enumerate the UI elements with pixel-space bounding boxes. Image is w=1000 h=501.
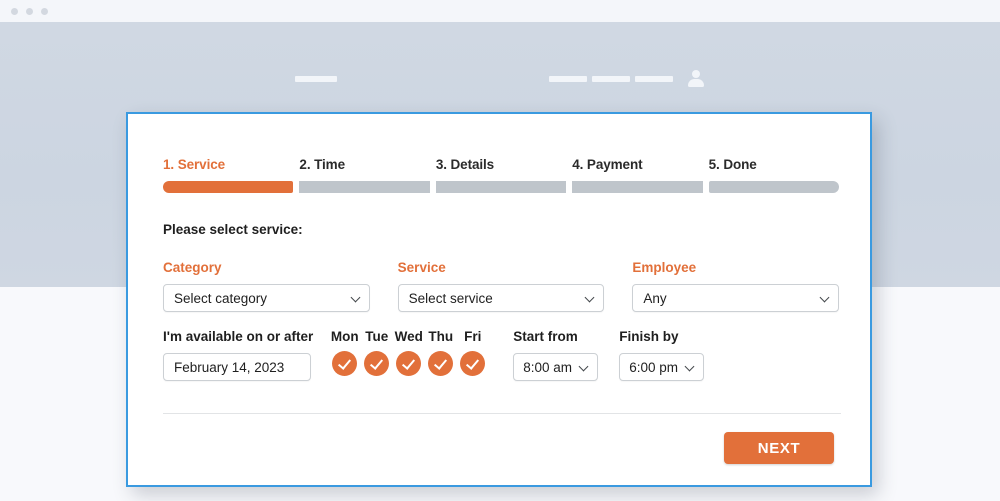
step-label: 5. Done [708,157,757,172]
minimize-icon[interactable] [26,8,33,15]
page-root: 1. Service 2. Time 3. Details 4. Payment… [0,0,1000,501]
check-icon[interactable] [460,351,486,376]
window-controls [11,8,48,15]
weekday-label: Fri [464,329,482,344]
step-label: 1. Service [163,157,226,172]
weekday-label: Wed [394,329,423,344]
weekday-toggle-mon[interactable]: Mon [330,329,359,376]
weekday-toggle-tue[interactable]: Tue [364,329,390,376]
check-icon[interactable] [364,351,390,376]
step-progress-bar [299,181,430,193]
employee-label: Employee [632,260,697,275]
service-field-group: Service Select service [397,260,605,312]
finish-time-group: Finish by 6:00 pm [619,329,705,381]
start-time-label: Start from [513,329,578,344]
weekday-toggle-thu[interactable]: Thu [428,329,454,376]
start-time-group: Start from 8:00 am [513,329,599,381]
step-label: 4. Payment [572,157,643,172]
service-select[interactable]: Select service [397,284,605,312]
step-label: 3. Details [435,157,495,172]
nav-item-placeholder-3[interactable] [635,76,673,82]
weekday-label: Tue [365,329,389,344]
category-field-group: Category Select category [163,260,370,312]
step-item-payment[interactable]: 4. Payment [572,157,703,193]
weekday-toggle-wed[interactable]: Wed [394,329,423,376]
date-input[interactable]: February 14, 2023 [163,353,311,381]
nav-item-placeholder-2[interactable] [592,76,630,82]
weekday-label: Mon [330,329,359,344]
finish-time-label: Finish by [619,329,679,344]
close-icon[interactable] [11,8,18,15]
chevron-down-icon [686,363,694,371]
step-progress-bar [163,181,294,193]
finish-time-select[interactable]: 6:00 pm [619,353,705,381]
date-field-group: I'm available on or after February 14, 2… [163,329,313,381]
chevron-down-icon [580,363,588,371]
category-select-value: Select category [174,290,268,306]
weekday-toggle-fri[interactable]: Fri [460,329,486,376]
check-icon[interactable] [332,351,358,376]
check-icon[interactable] [396,351,422,376]
step-item-details[interactable]: 3. Details [435,157,567,193]
step-progress: 1. Service 2. Time 3. Details 4. Payment… [163,157,840,193]
step-item-time[interactable]: 2. Time [299,157,430,193]
step-item-service[interactable]: 1. Service [163,157,294,193]
employee-select[interactable]: Any [632,284,840,312]
service-selection-row: Category Select category Service Select … [163,260,840,312]
person-icon[interactable] [688,70,704,88]
next-button[interactable]: NEXT [724,432,834,464]
weekday-label: Thu [428,329,454,344]
step-progress-bar [708,181,840,193]
category-label: Category [163,260,222,275]
chevron-down-icon [352,294,360,302]
service-select-value: Select service [408,290,493,306]
availability-row: I'm available on or after February 14, 2… [163,329,853,381]
weekday-toggles: Mon Tue Wed Thu Fri [330,329,486,376]
browser-titlebar [0,0,1000,22]
date-label: I'm available on or after [163,329,314,344]
chevron-down-icon [821,294,829,302]
step-progress-bar [572,181,703,193]
site-navbar [0,22,1000,67]
maximize-icon[interactable] [41,8,48,15]
chevron-down-icon [586,294,594,302]
person-icon-body [688,79,704,87]
step-label: 2. Time [299,157,345,172]
step-progress-bar [435,181,567,193]
employee-select-value: Any [643,290,667,306]
start-time-value: 8:00 am [523,359,573,375]
start-time-select[interactable]: 8:00 am [513,353,599,381]
date-input-value: February 14, 2023 [174,359,285,375]
check-icon[interactable] [428,351,454,376]
nav-item-placeholder-1[interactable] [549,76,587,82]
category-select[interactable]: Select category [163,284,370,312]
site-logo-placeholder[interactable] [295,76,337,82]
booking-modal: 1. Service 2. Time 3. Details 4. Payment… [126,112,872,487]
employee-field-group: Employee Any [632,260,840,312]
section-title: Please select service: [163,222,303,237]
person-icon-head [692,70,700,78]
finish-time-value: 6:00 pm [629,359,679,375]
service-label: Service [397,260,446,275]
step-item-done[interactable]: 5. Done [708,157,840,193]
footer-divider [163,413,841,414]
